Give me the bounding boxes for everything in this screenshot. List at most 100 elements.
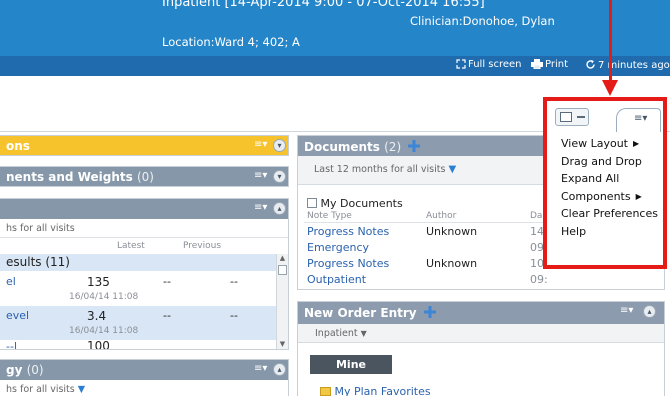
- collapse-icon[interactable]: ▾: [273, 170, 286, 183]
- expand-icon[interactable]: ▴: [273, 202, 286, 215]
- documents-filter[interactable]: Last 12 months for all visits ▼: [314, 164, 456, 175]
- my-documents-checkbox[interactable]: [307, 198, 317, 208]
- menu-item-help[interactable]: Help: [561, 225, 658, 243]
- expand-icon[interactable]: ▴: [273, 363, 286, 376]
- printer-icon: [531, 59, 543, 72]
- col-note-type: Note Type: [307, 211, 352, 221]
- print-label: Print: [545, 59, 569, 70]
- document-type[interactable]: Emergency: [307, 241, 369, 254]
- lab-value: 135: [87, 275, 110, 289]
- documents-count: (2): [384, 140, 402, 154]
- lab-name[interactable]: el: [6, 275, 16, 288]
- table-row[interactable]: evel 3.4 16/04/14 11:08 -- --: [0, 306, 282, 340]
- menu-item-expand-all[interactable]: Expand All: [561, 172, 658, 190]
- menu-item-view-layout[interactable]: View Layout ▶: [561, 137, 658, 155]
- refresh-button[interactable]: 7 minutes ago: [585, 59, 670, 73]
- lab-time: 16/04/14 11:08: [69, 326, 139, 336]
- documents-header[interactable]: Documents (2): [298, 136, 547, 156]
- table-row[interactable]: el 135 16/04/14 11:08 -- --: [0, 272, 282, 306]
- menu-item-components[interactable]: Components ▶: [561, 190, 658, 208]
- layout-menu-tab[interactable]: ≡▾: [616, 108, 661, 132]
- add-order-icon[interactable]: [423, 306, 436, 318]
- panel-menu-icon[interactable]: ≡▾: [254, 202, 267, 213]
- submenu-arrow-icon: ▶: [635, 191, 642, 201]
- view-toggle-button[interactable]: [555, 108, 589, 126]
- left-panel-4-count: (0): [26, 363, 44, 377]
- annotation-arrow-line: [609, 0, 612, 82]
- lab-group-row[interactable]: esults (11): [0, 254, 282, 271]
- menu-icon[interactable]: ≡▾: [634, 113, 647, 124]
- full-screen-button[interactable]: Full screen: [456, 59, 522, 72]
- menu-item-drag-and-drop[interactable]: Drag and Drop: [561, 155, 658, 173]
- refresh-icon: [585, 59, 596, 73]
- panel-menu-icon[interactable]: ≡▾: [620, 305, 633, 316]
- order-entry-filter[interactable]: Inpatient ▼: [315, 328, 367, 339]
- lab-value: 3.4: [87, 309, 107, 323]
- lab-prev-1: --: [163, 309, 171, 322]
- left-panel-labs-header[interactable]: ≡▾ ▴: [0, 199, 288, 219]
- plan-favorites-label: My Plan Favorites: [334, 385, 431, 396]
- col-latest: Latest: [117, 241, 145, 251]
- expand-icon[interactable]: ▴: [643, 305, 656, 318]
- lab-name[interactable]: --l: [6, 340, 17, 349]
- left-panel-4: gy (0) ≡▾ ▴ hs for all visits ▼: [0, 359, 289, 396]
- order-entry-title: New Order Entry: [304, 306, 417, 320]
- panel-menu-icon[interactable]: ≡▾: [254, 139, 267, 150]
- panel-4-filter[interactable]: hs for all visits ▼: [6, 384, 85, 395]
- menu-toolbar: ≡▾: [547, 101, 663, 132]
- minimize-icon[interactable]: [577, 116, 585, 118]
- full-screen-icon: [456, 59, 466, 72]
- mine-button[interactable]: Mine: [310, 355, 392, 374]
- left-panel-4-title: gy: [6, 363, 23, 377]
- panel-menu-icon[interactable]: ≡▾: [254, 363, 267, 374]
- collapse-icon[interactable]: ▾: [273, 139, 286, 152]
- scroll-up-icon[interactable]: ▲: [277, 254, 288, 262]
- order-entry-header[interactable]: New Order Entry ≡▾ ▴: [298, 302, 664, 324]
- lab-group-label: esults (11): [6, 255, 70, 269]
- document-type[interactable]: Progress Notes: [307, 257, 389, 270]
- menu-item-clear-preferences[interactable]: Clear Preferences: [561, 207, 658, 225]
- left-panel-labs: ≡▾ ▴ hs for all visits Latest Previous e…: [0, 198, 289, 350]
- plan-favorites-item[interactable]: My Plan Favorites: [320, 385, 431, 396]
- document-type[interactable]: Progress Notes: [307, 225, 389, 238]
- lab-name[interactable]: evel: [6, 309, 29, 322]
- labs-scrollbar[interactable]: ▲ ▼: [276, 254, 288, 349]
- panel-menu-icon[interactable]: ≡▾: [254, 170, 267, 181]
- my-documents-label: My Documents: [320, 197, 403, 210]
- divider: [304, 222, 547, 223]
- page-toolbar: Full screen Print 7 minutes ago: [0, 56, 670, 76]
- document-type[interactable]: Outpatient: [307, 273, 366, 286]
- my-documents-checkbox-row[interactable]: My Documents: [307, 197, 403, 210]
- labs-filter[interactable]: hs for all visits: [6, 223, 75, 234]
- add-document-icon[interactable]: [408, 140, 421, 152]
- table-row[interactable]: --l 100: [0, 339, 282, 350]
- col-author: Author: [426, 211, 457, 221]
- left-panel-2-header[interactable]: nents and Weights (0) ≡▾ ▾: [0, 167, 288, 186]
- order-entry-panel: New Order Entry ≡▾ ▴ Inpatient ▼ Mine My…: [297, 301, 665, 396]
- left-panel-2: nents and Weights (0) ≡▾ ▾: [0, 166, 289, 187]
- filter-dropdown-icon[interactable]: ▼: [78, 384, 85, 395]
- left-panel-2-count: (0): [136, 170, 154, 184]
- left-panel-1-header[interactable]: ons ≡▾ ▾: [0, 136, 288, 155]
- annotation-arrow-head-icon: [602, 80, 618, 96]
- submenu-arrow-icon: ▶: [633, 139, 640, 148]
- document-date: 14: [530, 225, 544, 238]
- lab-time: 16/04/14 11:08: [69, 292, 139, 302]
- chevron-down-icon[interactable]: ▼: [361, 329, 367, 338]
- view-icon: [560, 112, 572, 122]
- filter-dropdown-icon[interactable]: ▼: [448, 164, 456, 175]
- documents-filter-label: Last 12 months for all visits: [314, 164, 446, 175]
- scroll-thumb[interactable]: [278, 265, 287, 275]
- left-panel-4-header[interactable]: gy (0) ≡▾ ▴: [0, 360, 288, 380]
- menu-item-label: Components: [561, 189, 631, 203]
- location-info: Location:Ward 4; 402; A: [162, 35, 300, 49]
- clinician-info: Clinician:Donohoe, Dylan: [410, 14, 555, 28]
- menu-item-label: Clear Preferences: [561, 207, 658, 220]
- document-date: 09:00: [530, 273, 547, 286]
- menu-item-label: Expand All: [561, 172, 620, 185]
- print-button[interactable]: Print: [531, 59, 568, 72]
- lab-prev-1: --: [163, 275, 171, 288]
- document-author: Unknown: [426, 257, 478, 270]
- lab-value: 100: [87, 339, 110, 350]
- scroll-down-icon[interactable]: ▼: [277, 340, 288, 348]
